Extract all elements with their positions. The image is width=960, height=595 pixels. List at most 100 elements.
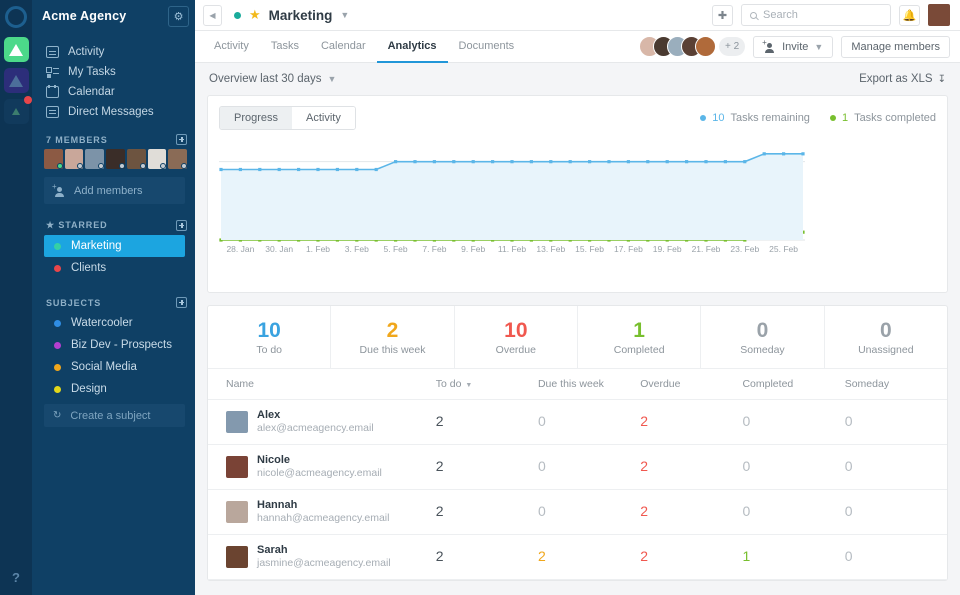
add-members-button[interactable]: + Add members xyxy=(44,177,185,204)
avatar[interactable] xyxy=(106,149,125,169)
overview-range-selector[interactable]: Overview last 30 days ▼ xyxy=(209,73,336,85)
page-title: Marketing xyxy=(268,7,333,23)
avatar[interactable] xyxy=(147,149,167,169)
sidebar-item-label: My Tasks xyxy=(68,66,116,78)
add-button[interactable]: ✚ xyxy=(712,4,733,26)
stat-unassigned[interactable]: 0 Unassigned xyxy=(825,306,947,368)
avatar[interactable] xyxy=(64,149,84,169)
triangle-icon xyxy=(9,43,23,56)
stat-to-do[interactable]: 10 To do xyxy=(208,306,332,368)
cell-value: 2 xyxy=(435,503,444,519)
stat-overdue[interactable]: 10 Overdue xyxy=(455,306,578,368)
avatar[interactable] xyxy=(226,546,248,568)
gear-icon[interactable]: ⚙ xyxy=(168,5,189,27)
column-header-completed[interactable]: Completed xyxy=(742,368,845,400)
people-table: Name To do ▼ Due this week Overdue Completed S… xyxy=(208,368,947,580)
sidebar-item-my-tasks[interactable]: My Tasks xyxy=(32,62,195,82)
column-header-name[interactable]: Name xyxy=(208,368,436,400)
sidebar-item-activity[interactable]: Activity xyxy=(32,42,195,62)
tab-analytics[interactable]: Analytics xyxy=(376,31,448,63)
tab-activity[interactable]: Activity xyxy=(203,31,260,63)
sidebar-item-social-media[interactable]: Social Media xyxy=(44,356,185,378)
search-input[interactable]: Search xyxy=(741,4,891,26)
tab-documents[interactable]: Documents xyxy=(448,31,526,63)
workspace-tile-1[interactable] xyxy=(3,37,29,62)
sidebar-item-direct-messages[interactable]: Direct Messages xyxy=(32,102,195,122)
color-dot xyxy=(54,264,61,272)
user-email: hannah@acmeagency.email xyxy=(257,512,390,524)
sidebar-item-label: Direct Messages xyxy=(68,106,154,118)
column-header-someday[interactable]: Someday xyxy=(844,368,947,400)
tab-calendar[interactable]: Calendar xyxy=(310,31,377,63)
sidebar-item-calendar[interactable]: Calendar xyxy=(32,82,195,102)
table-row[interactable]: Nicole nicole@acmeagency.email 2 0 2 0 0 xyxy=(208,444,947,490)
stat-completed[interactable]: 1 Completed xyxy=(578,306,702,368)
column-header-to-do[interactable]: To do ▼ xyxy=(435,368,538,400)
avatar[interactable] xyxy=(85,149,105,169)
table-row[interactable]: Alex alex@acmeagency.email 2 0 2 0 0 xyxy=(208,399,947,445)
chart-panel: Progress Activity 10 Tasks remaining 1 Task… xyxy=(207,95,948,293)
tab-progress[interactable]: Progress xyxy=(220,107,293,129)
plus-square-icon[interactable] xyxy=(176,220,187,231)
column-header-overdue[interactable]: Overdue xyxy=(640,368,743,400)
workspace-tile-2[interactable] xyxy=(3,68,29,93)
table-row[interactable]: Hannah hannah@acmeagency.email 2 0 2 0 0 xyxy=(208,489,947,535)
star-icon[interactable]: ★ xyxy=(249,7,261,23)
activity-icon xyxy=(46,46,59,58)
help-button[interactable]: ? xyxy=(12,570,20,585)
avatar[interactable] xyxy=(44,149,63,169)
tab-tasks[interactable]: Tasks xyxy=(260,31,310,63)
cell-value: 0 xyxy=(844,548,853,564)
manage-members-button[interactable]: Manage members xyxy=(841,35,950,58)
table-row[interactable]: Sarah jasmine@acmeagency.email 2 2 2 1 0 xyxy=(208,534,947,580)
avatar[interactable] xyxy=(928,4,950,26)
cell-name: Hannah hannah@acmeagency.email xyxy=(208,489,436,535)
workspace-tile-3[interactable] xyxy=(3,96,32,124)
member-stack xyxy=(639,36,717,57)
x-tick-label: 9. Feb xyxy=(461,244,485,254)
sidebar-item-label: Social Media xyxy=(71,361,137,373)
chevron-down-icon[interactable]: ▼ xyxy=(340,10,349,20)
member-overflow-badge[interactable]: + 2 xyxy=(719,37,746,56)
cell-someday: 0 xyxy=(844,444,947,490)
plus-square-icon[interactable] xyxy=(176,297,187,308)
data-point xyxy=(743,160,747,164)
chevron-left-icon[interactable]: ◀ xyxy=(203,4,222,26)
members-count-label: 7 MEMBERS xyxy=(46,134,108,145)
sidebar-item-design[interactable]: Design xyxy=(44,378,185,400)
sidebar-item-watercooler[interactable]: Watercooler xyxy=(44,312,185,334)
avatar[interactable] xyxy=(695,36,717,57)
x-tick-label: 21. Feb xyxy=(692,244,721,254)
avatar[interactable] xyxy=(126,149,146,169)
cell-value: 0 xyxy=(537,503,546,519)
create-subject-button[interactable]: ↻ Create a subject xyxy=(44,404,185,427)
starred-text: STARRED xyxy=(58,220,108,230)
subjects-list: Watercooler Biz Dev - Prospects Social Med… xyxy=(32,312,195,400)
stat-due-this-week[interactable]: 2 Due this week xyxy=(331,306,455,368)
bell-icon[interactable]: 🔔 xyxy=(899,4,920,26)
x-tick-label: 3. Feb xyxy=(345,244,369,254)
export-xls-button[interactable]: Export as XLS ↧ xyxy=(859,73,946,85)
tab-activity[interactable]: Activity xyxy=(292,107,355,129)
download-icon: ↧ xyxy=(937,73,946,85)
avatar[interactable] xyxy=(226,411,248,433)
data-point xyxy=(297,167,301,172)
data-point xyxy=(471,160,475,164)
invite-button[interactable]: + Invite ▼ xyxy=(753,35,834,58)
stat-someday[interactable]: 0 Someday xyxy=(701,306,825,368)
sidebar-item-clients[interactable]: Clients xyxy=(44,257,185,279)
x-tick-label: 7. Feb xyxy=(422,244,446,254)
column-header-label: Name xyxy=(226,378,255,390)
series-area xyxy=(221,153,803,240)
avatar[interactable] xyxy=(226,501,248,523)
sidebar-item-biz-dev-prospects[interactable]: Biz Dev - Prospects xyxy=(44,334,185,356)
stat-label: Unassigned xyxy=(858,343,914,356)
user-email: alex@acmeagency.email xyxy=(257,422,374,434)
avatar[interactable] xyxy=(168,149,188,169)
plus-square-icon[interactable] xyxy=(176,134,187,145)
data-point xyxy=(801,152,805,156)
stat-label: Due this week xyxy=(359,343,426,356)
sidebar-item-marketing[interactable]: Marketing xyxy=(44,235,185,257)
column-header-due-this-week[interactable]: Due this week xyxy=(537,368,641,400)
avatar[interactable] xyxy=(226,456,248,478)
